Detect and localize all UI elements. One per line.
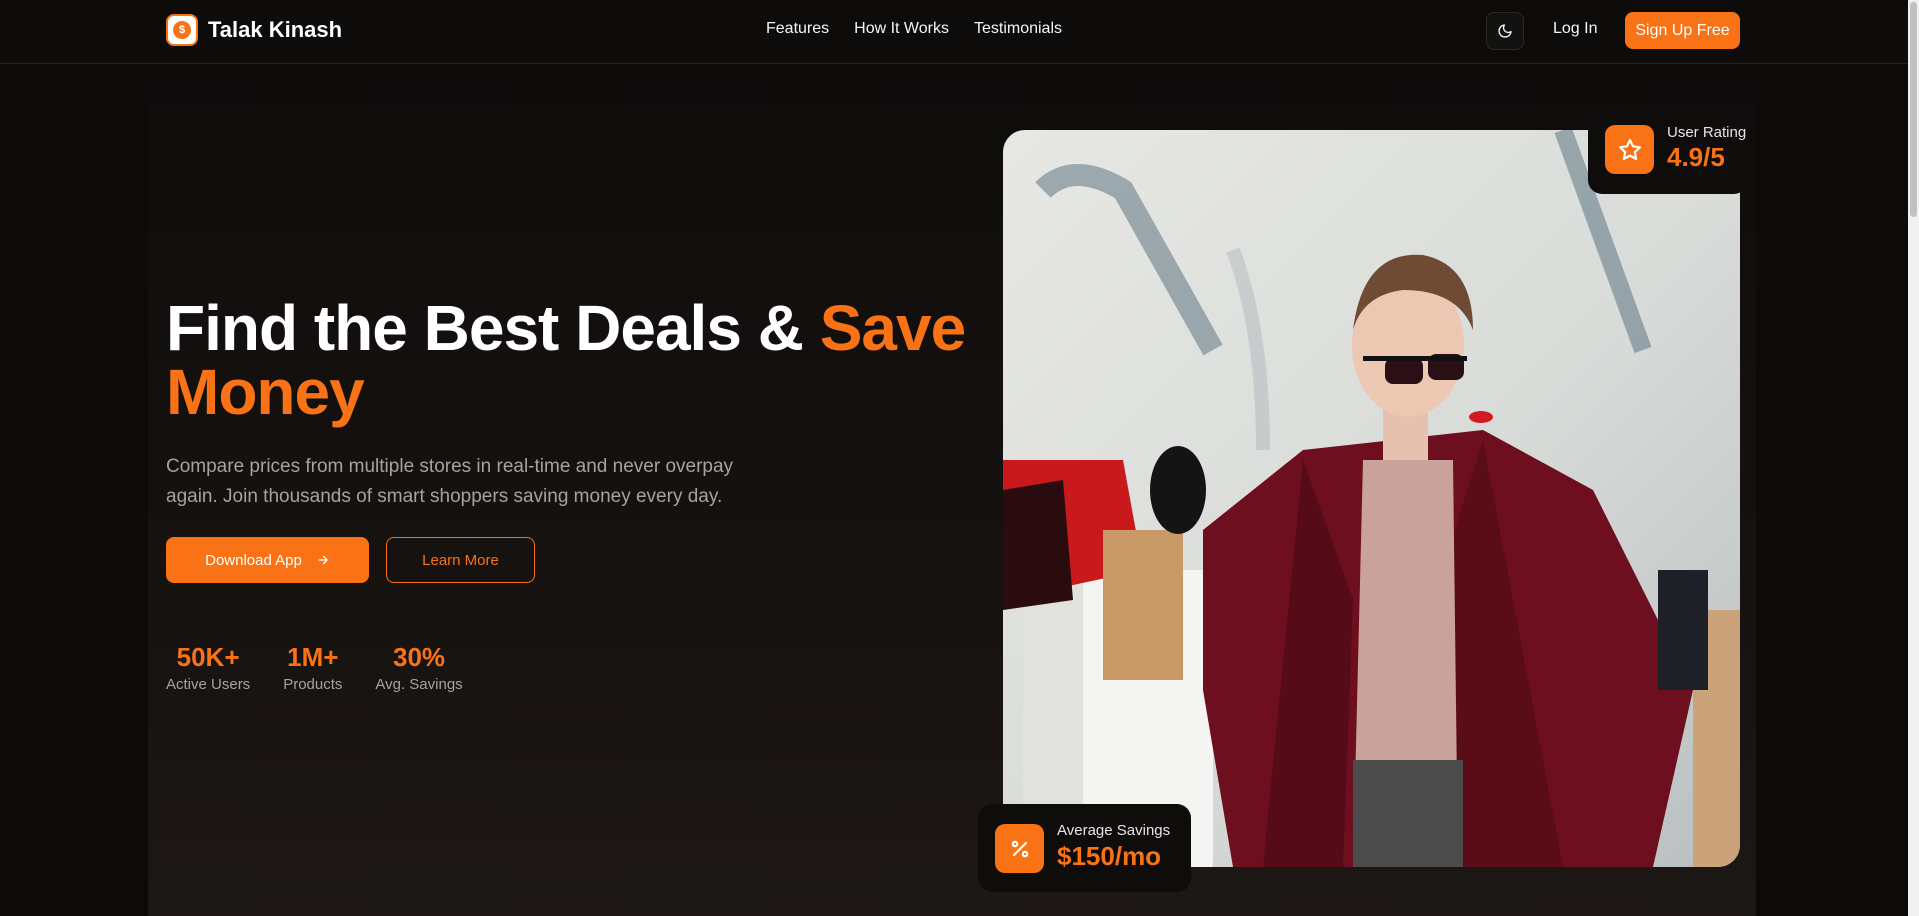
hero-headline: Find the Best Deals & Save Money xyxy=(166,296,966,424)
brand-logo: $ xyxy=(166,14,198,46)
stat-label: Active Users xyxy=(166,676,251,693)
download-app-button[interactable]: Download App xyxy=(166,537,369,583)
stat-label: Avg. Savings xyxy=(375,676,463,693)
average-savings-card: Average Savings $150/mo xyxy=(978,804,1191,892)
scrollbar-thumb[interactable] xyxy=(1910,2,1917,217)
savings-label: Average Savings xyxy=(1057,822,1171,839)
brand-name: Talak Kinash xyxy=(208,17,343,42)
stat-label: Products xyxy=(283,676,343,693)
stat-value: 1M+ xyxy=(287,642,339,672)
rating-label: User Rating xyxy=(1667,124,1747,141)
brand[interactable]: $ Talak Kinash xyxy=(166,14,342,46)
learn-more-button[interactable]: Learn More xyxy=(386,537,535,583)
stat-value: 50K+ xyxy=(176,642,240,672)
percent-icon xyxy=(995,824,1044,873)
shopper-illustration xyxy=(1003,130,1740,867)
page-scrollbar[interactable] xyxy=(1908,0,1919,916)
stat-avg-savings: 30% Avg. Savings xyxy=(375,640,462,693)
rating-value: 4.9/5 xyxy=(1667,142,1725,172)
nav-links: Features How It Works Testimonials xyxy=(766,20,1062,38)
nav-link-features[interactable]: Features xyxy=(766,20,829,38)
hero-image-shopper xyxy=(1003,130,1740,867)
stat-products: 1M+ Products xyxy=(283,640,342,693)
hero-stats: 50K+ Active Users 1M+ Products 30% Avg. … xyxy=(166,640,463,693)
signup-button[interactable]: Sign Up Free xyxy=(1625,12,1740,49)
logo-coin-icon: $ xyxy=(173,21,191,39)
download-app-label: Download App xyxy=(205,551,302,569)
moon-icon xyxy=(1498,24,1512,38)
arrow-right-icon xyxy=(318,555,328,565)
login-link[interactable]: Log In xyxy=(1553,20,1597,38)
top-navbar: $ Talak Kinash Features How It Works Tes… xyxy=(0,0,1908,64)
hero-subtitle: Compare prices from multiple stores in r… xyxy=(166,456,734,507)
stat-value: 30% xyxy=(393,642,446,672)
savings-value: $150/mo xyxy=(1057,841,1162,871)
user-rating-card: User Rating 4.9/5 xyxy=(1588,114,1748,194)
nav-link-how-it-works[interactable]: How It Works xyxy=(854,20,949,38)
headline-main: Find the Best Deals & xyxy=(166,292,820,364)
theme-toggle-button[interactable] xyxy=(1486,12,1524,50)
stat-active-users: 50K+ Active Users xyxy=(166,640,250,693)
nav-link-testimonials[interactable]: Testimonials xyxy=(974,20,1062,38)
star-icon xyxy=(1605,125,1654,174)
